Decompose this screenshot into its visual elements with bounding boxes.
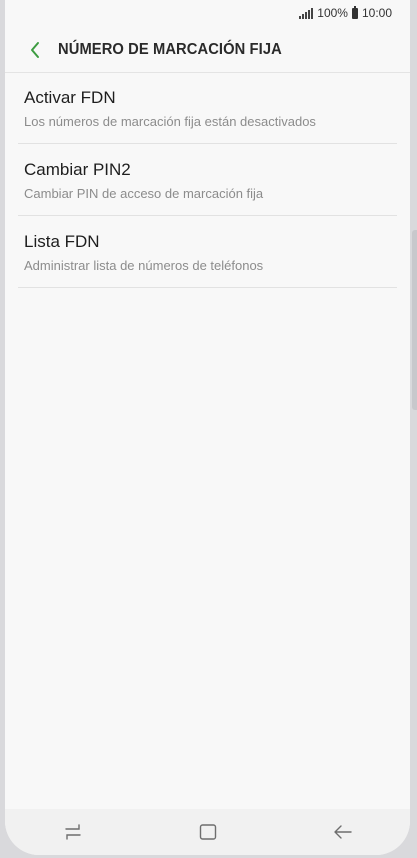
settings-item-title: Activar FDN [24,88,116,107]
settings-item-subtitle: Cambiar PIN de acceso de marcación fija [24,186,264,201]
home-icon [199,824,216,840]
settings-item-title: Cambiar PIN2 [24,160,131,179]
nav-back-button[interactable] [313,809,373,855]
chevron-left-icon [31,42,39,58]
settings-item-activar-fdn[interactable]: Activar FDN Los números de marcación fij… [5,72,410,144]
recent-apps-button[interactable] [43,809,103,855]
app-bar: NÚMERO DE MARCACIÓN FIJA [5,28,410,73]
recent-apps-icon [64,824,81,840]
device-frame: 100% 10:00 NÚMERO DE MARCACIÓN FIJA Acti… [0,0,417,858]
signal-icon [299,7,314,19]
home-button[interactable] [178,809,238,855]
page-title: NÚMERO DE MARCACIÓN FIJA [58,41,282,58]
settings-item-subtitle: Los números de marcación fija están desa… [24,114,316,129]
phone-screen: 100% 10:00 NÚMERO DE MARCACIÓN FIJA Acti… [5,0,410,855]
status-indicators: 100% 10:00 [299,5,392,20]
settings-item-subtitle: Administrar lista de números de teléfono… [24,258,264,273]
settings-item-lista-fdn[interactable]: Lista FDN Administrar lista de números d… [5,216,410,288]
settings-list: Activar FDN Los números de marcación fij… [5,72,410,288]
device-edge [412,230,417,410]
navigation-bar [5,809,410,855]
battery-icon [351,5,358,19]
back-icon [333,825,352,839]
battery-percent: 100% [317,6,348,20]
settings-item-title: Lista FDN [24,232,100,251]
divider [18,287,397,288]
back-button[interactable] [15,28,55,72]
status-bar: 100% 10:00 [5,0,410,28]
clock: 10:00 [361,6,392,20]
settings-item-cambiar-pin2[interactable]: Cambiar PIN2 Cambiar PIN de acceso de ma… [5,144,410,216]
